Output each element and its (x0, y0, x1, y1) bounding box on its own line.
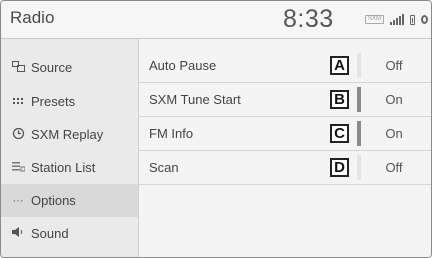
battery-icon (410, 14, 416, 25)
toggle-indicator (357, 155, 361, 180)
speaker-icon (11, 227, 25, 240)
option-row-sxm-tune-start[interactable]: SXM Tune Start B On (139, 83, 431, 117)
sidebar-item-label: Options (31, 193, 76, 208)
toggle-state: On (385, 92, 403, 107)
status-icons: SXM (365, 14, 429, 25)
station-list-icon (11, 161, 25, 175)
sidebar-item-label: Sound (31, 226, 69, 241)
sidebar-item-label: Source (31, 60, 73, 75)
option-row-scan[interactable]: Scan D Off (139, 151, 431, 185)
sidebar-item-presets[interactable]: Presets (1, 85, 138, 118)
screen-title: Radio (10, 8, 55, 27)
toggle-indicator (357, 53, 361, 78)
toggle-indicator (357, 121, 361, 146)
callout-label: D (330, 158, 349, 177)
options-icon: ··· (12, 194, 24, 207)
signal-strength-icon (390, 14, 405, 25)
option-label: Auto Pause (149, 58, 217, 73)
sidebar-item-label: SXM Replay (31, 127, 104, 142)
option-row-fm-info[interactable]: FM Info C On (139, 117, 431, 151)
option-label: FM Info (149, 126, 194, 141)
clock: 8:33 (283, 5, 334, 33)
status-header: Radio 8:33 SXM (1, 1, 431, 39)
options-list: Auto Pause A Off SXM Tune Start B On FM … (139, 39, 431, 257)
option-label: Scan (149, 160, 179, 175)
sxm-badge-icon: SXM (365, 15, 385, 24)
sidebar-item-station-list[interactable]: Station List (1, 151, 138, 184)
toggle-state: On (385, 126, 403, 141)
connection-icon (421, 15, 429, 24)
option-row-auto-pause[interactable]: Auto Pause A Off (139, 49, 431, 83)
toggle-indicator (357, 87, 361, 112)
presets-icon (11, 96, 25, 108)
callout-label: C (330, 124, 349, 143)
sidebar-item-options[interactable]: ··· Options (1, 184, 138, 217)
radio-screen: Radio 8:33 SXM Source Presets SXM Replay… (0, 0, 432, 258)
sidebar-menu: Source Presets SXM Replay Station List ·… (1, 39, 139, 257)
replay-icon (11, 127, 25, 143)
sidebar-item-label: Presets (31, 94, 76, 109)
sidebar-item-label: Station List (31, 160, 96, 175)
toggle-state: Off (385, 160, 403, 175)
callout-label: B (330, 90, 349, 109)
toggle-state: Off (385, 58, 403, 73)
callout-label: A (330, 56, 349, 75)
source-icon (11, 60, 25, 75)
option-label: SXM Tune Start (149, 92, 241, 107)
sidebar-item-source[interactable]: Source (1, 51, 138, 84)
sidebar-item-sxm-replay[interactable]: SXM Replay (1, 118, 138, 151)
sidebar-item-sound[interactable]: Sound (1, 217, 138, 250)
